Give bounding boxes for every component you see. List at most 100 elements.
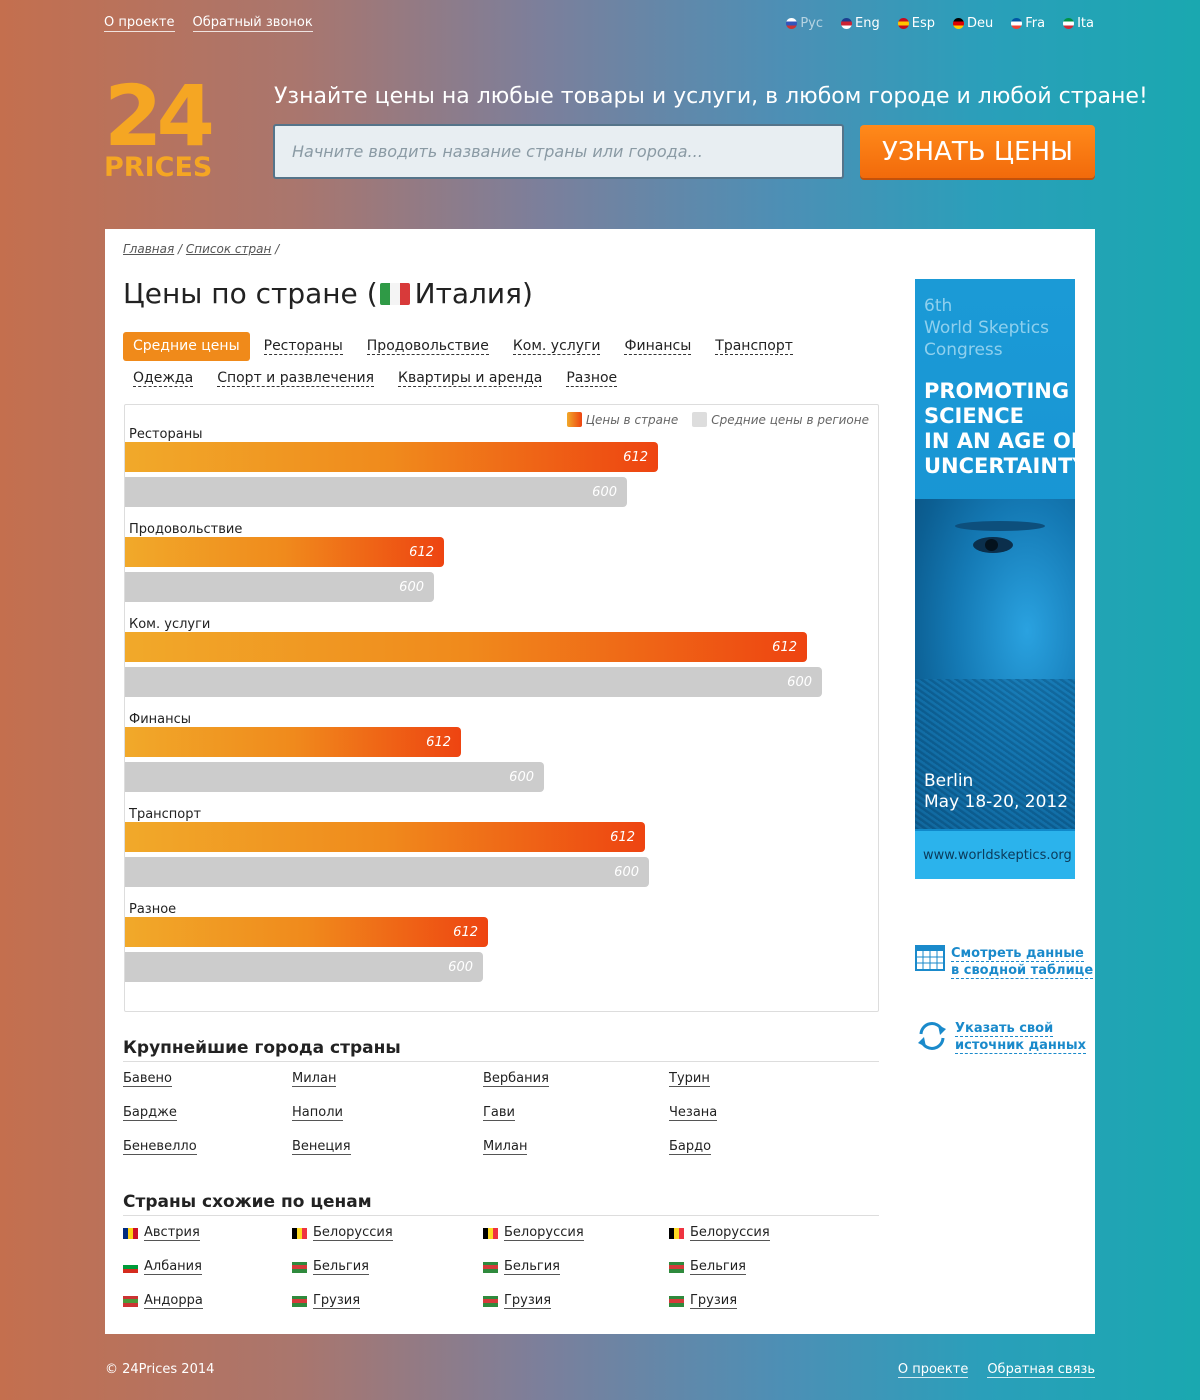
city-link[interactable]: Наполи — [292, 1105, 343, 1121]
city-link[interactable]: Чезана — [669, 1105, 718, 1121]
search-input[interactable] — [292, 142, 825, 161]
breadcrumb-home[interactable]: Главная — [123, 242, 174, 256]
language-label: Deu — [967, 16, 994, 31]
flag-stripe — [123, 1268, 138, 1273]
flag-stripe — [483, 1268, 498, 1273]
flag-stripe — [123, 1302, 138, 1307]
main-panel: Главная / Список стран / Цены по стране … — [105, 229, 1095, 1334]
tab-label: Транспорт — [715, 338, 793, 355]
ad-portrait-brow — [955, 521, 1045, 531]
flag-icon — [1063, 18, 1075, 29]
view-table-link[interactable]: Смотреть данные в сводной таблице — [915, 945, 1094, 979]
language-item[interactable]: Fra — [1011, 16, 1045, 31]
country-link[interactable]: Грузия — [483, 1293, 552, 1309]
language-item[interactable]: Ita — [1063, 16, 1094, 31]
tab-item[interactable]: Спорт и развлечения — [207, 364, 384, 393]
country-name: Бельгия — [690, 1259, 746, 1275]
language-item[interactable]: Deu — [953, 16, 993, 31]
city-link[interactable]: Бардже — [123, 1105, 177, 1121]
country-link[interactable]: Андорра — [123, 1293, 203, 1309]
category-label: Ком. услуги — [129, 617, 211, 632]
category-label: Финансы — [129, 712, 192, 727]
language-item[interactable]: Рус — [786, 16, 823, 31]
tab-item[interactable]: Средние цены — [123, 332, 250, 361]
city-link[interactable]: Бардо — [669, 1139, 712, 1155]
flag-icon — [483, 1227, 498, 1239]
country-link[interactable]: Албания — [123, 1259, 202, 1275]
flag-stripe — [669, 1302, 684, 1307]
view-table-text: Смотреть данные в сводной таблице — [951, 945, 1094, 979]
flag-icon — [841, 18, 853, 29]
language-item[interactable]: Eng — [841, 16, 880, 31]
country-link[interactable]: Бельгия — [669, 1259, 746, 1275]
country-link[interactable]: Австрия — [123, 1225, 200, 1241]
tab-label: Квартиры и аренда — [398, 370, 543, 387]
flag-stripe — [493, 1227, 498, 1239]
country-bar: 612 — [125, 632, 807, 662]
city-name: Турин — [669, 1071, 710, 1087]
flag-icon — [292, 1295, 307, 1307]
ad-top-line: Congress — [924, 340, 1003, 360]
legend-country: Цены в стране — [566, 412, 678, 427]
find-prices-button[interactable]: УЗНАТЬ ЦЕНЫ — [860, 125, 1095, 178]
category-tabs: Средние цены Рестораны Продовольствие Ком. … — [123, 332, 823, 393]
country-link[interactable]: Бельгия — [292, 1259, 369, 1275]
flag-stripe — [669, 1268, 684, 1273]
city-link[interactable]: Венеция — [292, 1139, 351, 1155]
breadcrumb-country-list[interactable]: Список стран — [186, 242, 271, 256]
country-link[interactable]: Белоруссия — [292, 1225, 393, 1241]
city-link[interactable]: Беневелло — [123, 1139, 197, 1155]
language-label: Eng — [855, 16, 880, 31]
city-link[interactable]: Турин — [669, 1071, 710, 1087]
add-source-link[interactable]: Указать свой источник данных — [915, 1020, 1087, 1054]
footer-feedback-link[interactable]: Обратная связь — [987, 1362, 1095, 1378]
category-label: Транспорт — [129, 807, 202, 822]
city-link[interactable]: Бавено — [123, 1071, 172, 1087]
category-label: Разное — [129, 902, 177, 917]
country-name: Белоруссия — [504, 1225, 584, 1241]
language-switcher: Рус Eng Esp Deu Fra Ita — [786, 16, 1094, 31]
flag-icon — [292, 1227, 307, 1239]
tab-item[interactable]: Одежда — [123, 364, 203, 393]
similar-countries-grid: Австрия Албания Андорра Белоруссия Бельгия Гр… — [123, 1225, 879, 1327]
country-link[interactable]: Белоруссия — [483, 1225, 584, 1241]
region-bar: 600 — [125, 952, 483, 982]
region-bar: 600 — [125, 477, 627, 507]
top-nav: О проекте Обратный звонок — [104, 15, 313, 32]
tab-item[interactable]: Ком. услуги — [503, 332, 611, 361]
ad-top-line: World Skeptics — [924, 318, 1049, 338]
country-link[interactable]: Бельгия — [483, 1259, 560, 1275]
flag-icon — [292, 1261, 307, 1273]
add-source-line: Указать свой — [955, 1021, 1054, 1037]
language-item[interactable]: Esp — [897, 16, 935, 31]
country-link[interactable]: Грузия — [292, 1293, 361, 1309]
ad-headline-line: IN AN AGE OF — [924, 429, 1075, 453]
city-link[interactable]: Милан — [292, 1071, 337, 1087]
price-chart: Цены в стране Средние цены в регионе Рес… — [124, 404, 879, 1012]
tab-label: Финансы — [624, 338, 692, 355]
tab-item[interactable]: Транспорт — [705, 332, 803, 361]
country-link[interactable]: Белоруссия — [669, 1225, 770, 1241]
ad-portrait-eye — [973, 537, 1013, 553]
tab-item[interactable]: Квартиры и аренда — [388, 364, 552, 393]
logo-number: 24 — [104, 67, 215, 165]
footer-about-link[interactable]: О проекте — [897, 1362, 969, 1378]
flag-icon — [669, 1227, 684, 1239]
tab-item[interactable]: Финансы — [614, 332, 701, 361]
tab-item[interactable]: Рестораны — [254, 332, 353, 361]
city-link[interactable]: Вербания — [483, 1071, 549, 1087]
country-link[interactable]: Грузия — [669, 1293, 738, 1309]
category-label: Продовольствие — [129, 522, 243, 537]
callback-link[interactable]: Обратный звонок — [192, 15, 313, 32]
city-name: Наполи — [292, 1105, 343, 1121]
city-link[interactable]: Милан — [483, 1139, 528, 1155]
about-link[interactable]: О проекте — [104, 15, 175, 32]
ad-banner[interactable]: 6th World Skeptics Congress PROMOTING SC… — [915, 279, 1075, 879]
tab-item[interactable]: Продовольствие — [357, 332, 499, 361]
country-bar: 612 — [125, 917, 488, 947]
tab-label: Продовольствие — [366, 338, 489, 355]
tab-item[interactable]: Разное — [556, 364, 627, 393]
city-link[interactable]: Гави — [483, 1105, 516, 1121]
logo[interactable]: 24 PRICES — [104, 67, 219, 183]
language-label: Fra — [1025, 16, 1046, 31]
